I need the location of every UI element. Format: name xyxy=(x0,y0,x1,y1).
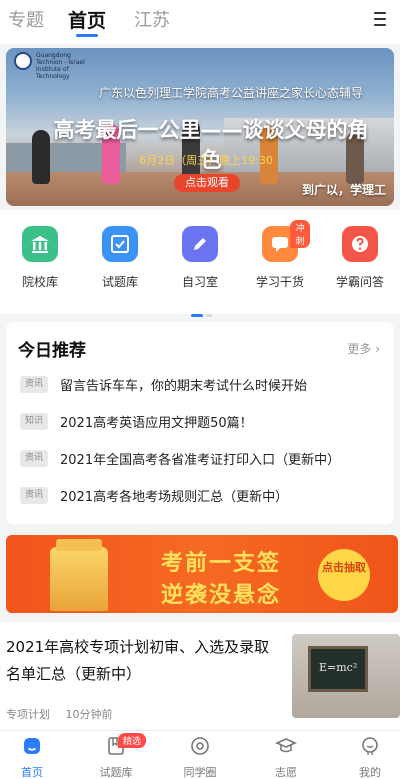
nav-label: 我的 xyxy=(359,766,381,779)
item-tag: 资讯 xyxy=(20,486,48,504)
article-card[interactable]: 2021年高校专项计划初审、入选及录取名单汇总（更新中） E=mc² 专项计划 … xyxy=(0,622,400,730)
article-thumbnail: E=mc² xyxy=(292,634,400,718)
question-icon xyxy=(342,226,378,262)
chevron-right-icon: › xyxy=(375,342,380,356)
nav-me[interactable]: 我的 xyxy=(340,735,400,779)
quick-link-study-room[interactable]: 自习室 xyxy=(170,226,230,290)
quick-link-label: 学霸问答 xyxy=(335,275,384,289)
quick-link-universities[interactable]: 院校库 xyxy=(10,226,70,290)
nav-classmates[interactable]: 同学圈 xyxy=(170,735,230,779)
nav-home[interactable]: 首页 xyxy=(2,735,62,779)
article-time: 10分钟前 xyxy=(65,708,113,721)
tab-topics[interactable]: 专题 xyxy=(8,6,44,32)
more-label: 更多 xyxy=(347,342,372,356)
item-title: 2021年全国高考各省准考证打印入口（更新中） xyxy=(60,452,341,468)
quick-link-label: 试题库 xyxy=(101,275,138,289)
nav-label: 志愿 xyxy=(275,766,297,779)
blackboard-text: E=mc² xyxy=(319,661,358,674)
page-dot xyxy=(206,314,212,317)
bottom-nav: 首页 精选 试题库 同学圈 志愿 我的 xyxy=(0,730,400,779)
home-icon xyxy=(24,738,40,754)
nav-label: 同学圈 xyxy=(183,766,217,779)
featured-badge: 精选 xyxy=(118,733,147,748)
graduation-cap-icon xyxy=(275,738,297,753)
banner-date: 6月2日（周三）晚上19:30 xyxy=(139,154,273,167)
nav-volunteer[interactable]: 志愿 xyxy=(256,735,316,779)
list-item[interactable]: 资讯 2021高考各地考场规则汇总（更新中） xyxy=(20,485,380,505)
blackboard: E=mc² xyxy=(308,646,368,692)
more-link[interactable]: 更多 › xyxy=(347,340,380,357)
list-item[interactable]: 资讯 2021年全国高考各省准考证打印入口（更新中） xyxy=(20,448,380,468)
item-title: 2021高考各地考场规则汇总（更新中） xyxy=(60,489,289,505)
school-logo-icon xyxy=(14,52,32,70)
banner-subtitle: 广东以色列理工学院高考公益讲座之家长心态辅导 xyxy=(98,86,363,100)
promo-line-2: 逆袭没悬念 xyxy=(161,583,282,608)
quick-link-label: 自习室 xyxy=(181,275,218,289)
pencil-icon xyxy=(182,226,218,262)
quick-link-qa[interactable]: 学霸问答 xyxy=(330,226,390,290)
page-indicator xyxy=(191,302,215,321)
today-recommend-card: 今日推荐 更多 › 资讯 留言告诉车车，你的期末考试什么时候开始 知识 2021… xyxy=(6,322,394,524)
quick-links: 院校库 试题库 自习室 冲刺 学习干货 学霸问答 xyxy=(0,210,400,317)
watch-button[interactable]: 点击观看 xyxy=(174,174,240,192)
article-category: 专项计划 xyxy=(6,708,50,721)
checkbox-icon xyxy=(102,226,138,262)
list-item[interactable]: 知识 2021高考英语应用文押题50篇！ xyxy=(20,411,380,431)
article-meta: 专项计划 10分钟前 xyxy=(6,706,125,722)
article-title: 2021年高校专项计划初审、入选及录取名单汇总（更新中） xyxy=(6,638,270,683)
section-title: 今日推荐 xyxy=(18,341,86,361)
item-tag: 资讯 xyxy=(20,375,48,393)
tab-jiangsu[interactable]: 江苏 xyxy=(134,6,170,32)
lottery-jar-icon xyxy=(50,539,108,611)
banner-brand: 到广以，学理工 xyxy=(301,183,386,197)
profile-icon xyxy=(362,737,378,755)
fortune-draw-banner[interactable]: 考前一支签 逆袭没悬念 点击抽取 xyxy=(6,535,398,613)
quick-link-label: 学习干货 xyxy=(255,275,304,289)
top-tab-bar: 专题 首页 江苏 xyxy=(0,0,400,44)
page-dot-active xyxy=(191,314,203,317)
active-tab-indicator xyxy=(76,34,98,37)
circle-icon xyxy=(191,737,209,755)
menu-icon[interactable] xyxy=(374,12,386,26)
list-item[interactable]: 资讯 留言告诉车车，你的期末考试什么时候开始 xyxy=(20,374,380,394)
university-icon xyxy=(22,226,58,262)
quick-link-exam-bank[interactable]: 试题库 xyxy=(90,226,150,290)
sprint-badge: 冲刺 xyxy=(290,220,310,248)
item-tag: 知识 xyxy=(20,412,48,430)
nav-exam-bank[interactable]: 精选 试题库 xyxy=(86,733,147,779)
item-title: 2021高考英语应用文押题50篇！ xyxy=(60,415,253,431)
promo-line-1: 考前一支签 xyxy=(161,551,282,576)
nav-label: 首页 xyxy=(21,766,43,779)
draw-button[interactable]: 点击抽取 xyxy=(318,549,370,601)
item-tag: 资讯 xyxy=(20,449,48,467)
item-title: 留言告诉车车，你的期末考试什么时候开始 xyxy=(60,378,308,394)
quick-link-label: 院校库 xyxy=(21,275,58,289)
quick-link-study-tips[interactable]: 冲刺 学习干货 xyxy=(250,220,310,290)
tab-home[interactable]: 首页 xyxy=(68,6,106,33)
promo-banner[interactable]: Guangdong Technion - Israel Institute of… xyxy=(6,48,394,206)
school-name: Guangdong Technion - Israel Institute of… xyxy=(36,52,85,80)
nav-label: 试题库 xyxy=(99,766,133,779)
